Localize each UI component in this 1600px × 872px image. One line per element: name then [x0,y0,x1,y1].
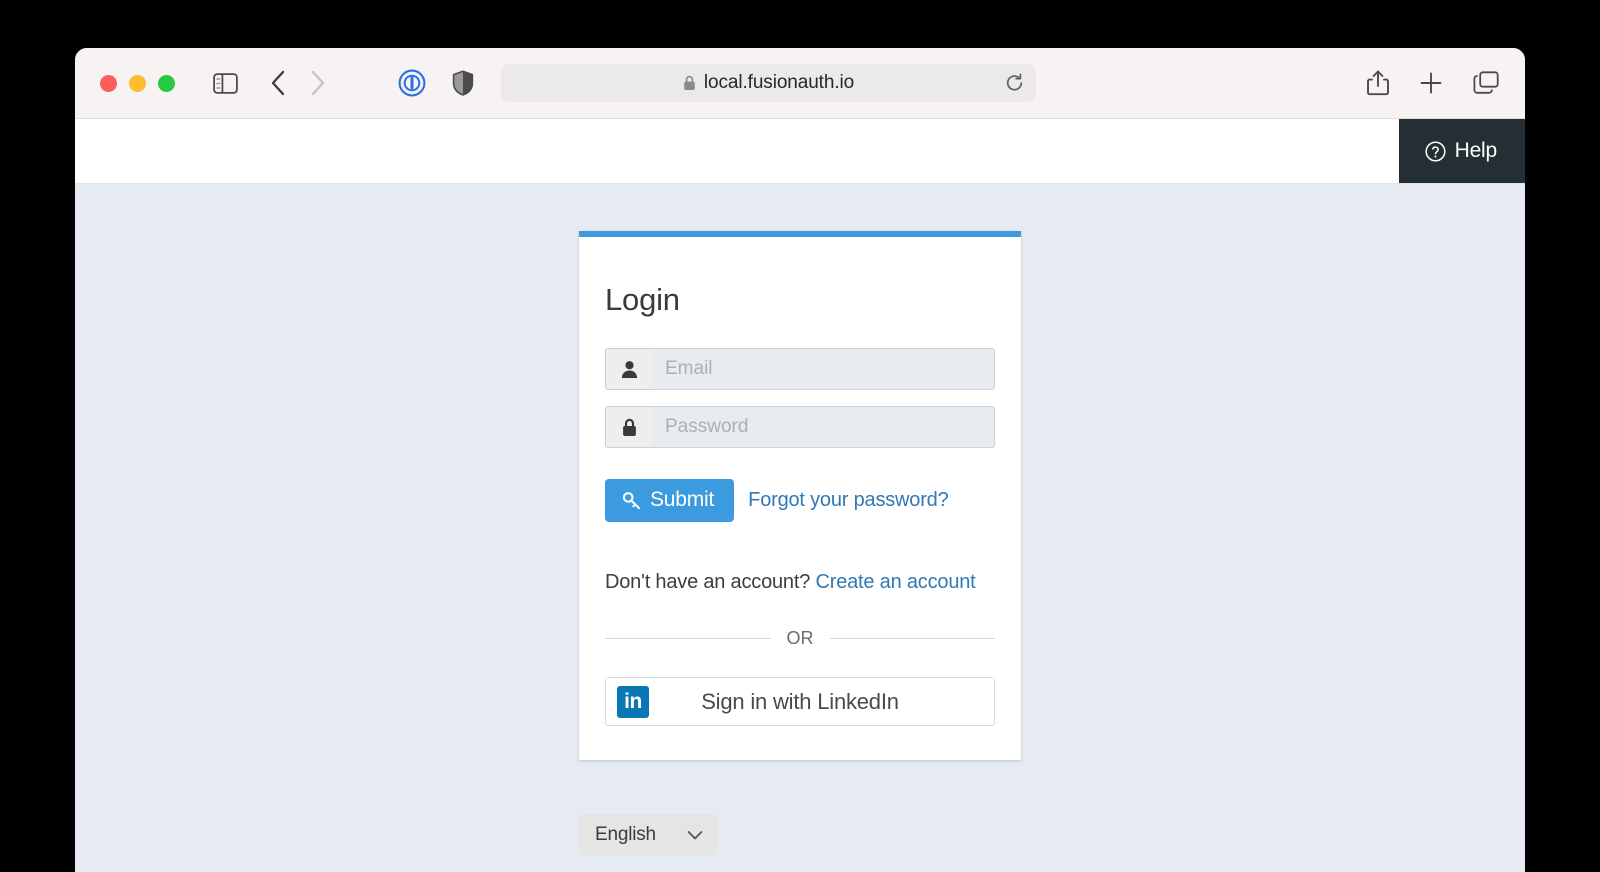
linkedin-icon: in [617,686,649,718]
password-input-group [605,406,995,448]
help-button[interactable]: Help [1399,119,1525,183]
window-controls [100,75,175,92]
or-divider: OR [605,628,995,649]
question-circle-icon [1425,141,1446,162]
onepassword-icon[interactable] [398,69,426,97]
browser-window: local.fusionauth.io [75,48,1525,872]
page-content: Help Login [75,119,1525,872]
submit-button[interactable]: Submit [605,479,734,522]
chevron-down-icon [687,830,703,841]
create-account-row: Don't have an account? Create an account [605,571,995,594]
screen: local.fusionauth.io [0,0,1600,872]
language-selector[interactable]: English [579,814,717,856]
share-icon[interactable] [1367,70,1389,96]
app-topbar: Help [75,119,1525,184]
sidebar-icon[interactable] [213,73,238,94]
page-title: Login [605,282,995,318]
submit-button-label: Submit [650,488,714,512]
close-window-button[interactable] [100,75,117,92]
key-icon [622,491,641,510]
url-text: local.fusionauth.io [704,72,854,94]
linkedin-signin-button[interactable]: in Sign in with LinkedIn [605,677,995,726]
toolbar-right-actions [1367,70,1499,96]
minimize-window-button[interactable] [129,75,146,92]
tab-overview-icon[interactable] [1473,71,1499,95]
reload-icon[interactable] [1005,74,1024,93]
user-icon [605,348,652,390]
browser-toolbar: local.fusionauth.io [75,48,1525,119]
url-bar[interactable]: local.fusionauth.io [501,64,1036,102]
create-account-prompt: Don't have an account? [605,571,810,593]
create-account-link[interactable]: Create an account [815,571,975,593]
help-label: Help [1455,139,1497,163]
lock-icon [605,406,652,448]
password-field[interactable] [652,406,995,448]
forgot-password-link[interactable]: Forgot your password? [748,489,948,512]
lock-icon [683,75,696,91]
linkedin-signin-label: Sign in with LinkedIn [606,689,994,715]
email-field[interactable] [652,348,995,390]
forward-arrow-icon [310,70,326,96]
url-bar-content: local.fusionauth.io [683,72,854,94]
or-divider-label: OR [787,628,814,649]
back-arrow-icon[interactable] [270,70,286,96]
login-card: Login [579,231,1021,760]
linkedin-logo-text: in [624,691,642,712]
shield-icon[interactable] [452,70,474,96]
language-selector-value: English [595,824,656,846]
maximize-window-button[interactable] [158,75,175,92]
new-tab-icon[interactable] [1419,71,1443,95]
login-actions: Submit Forgot your password? [605,479,995,522]
email-input-group [605,348,995,390]
